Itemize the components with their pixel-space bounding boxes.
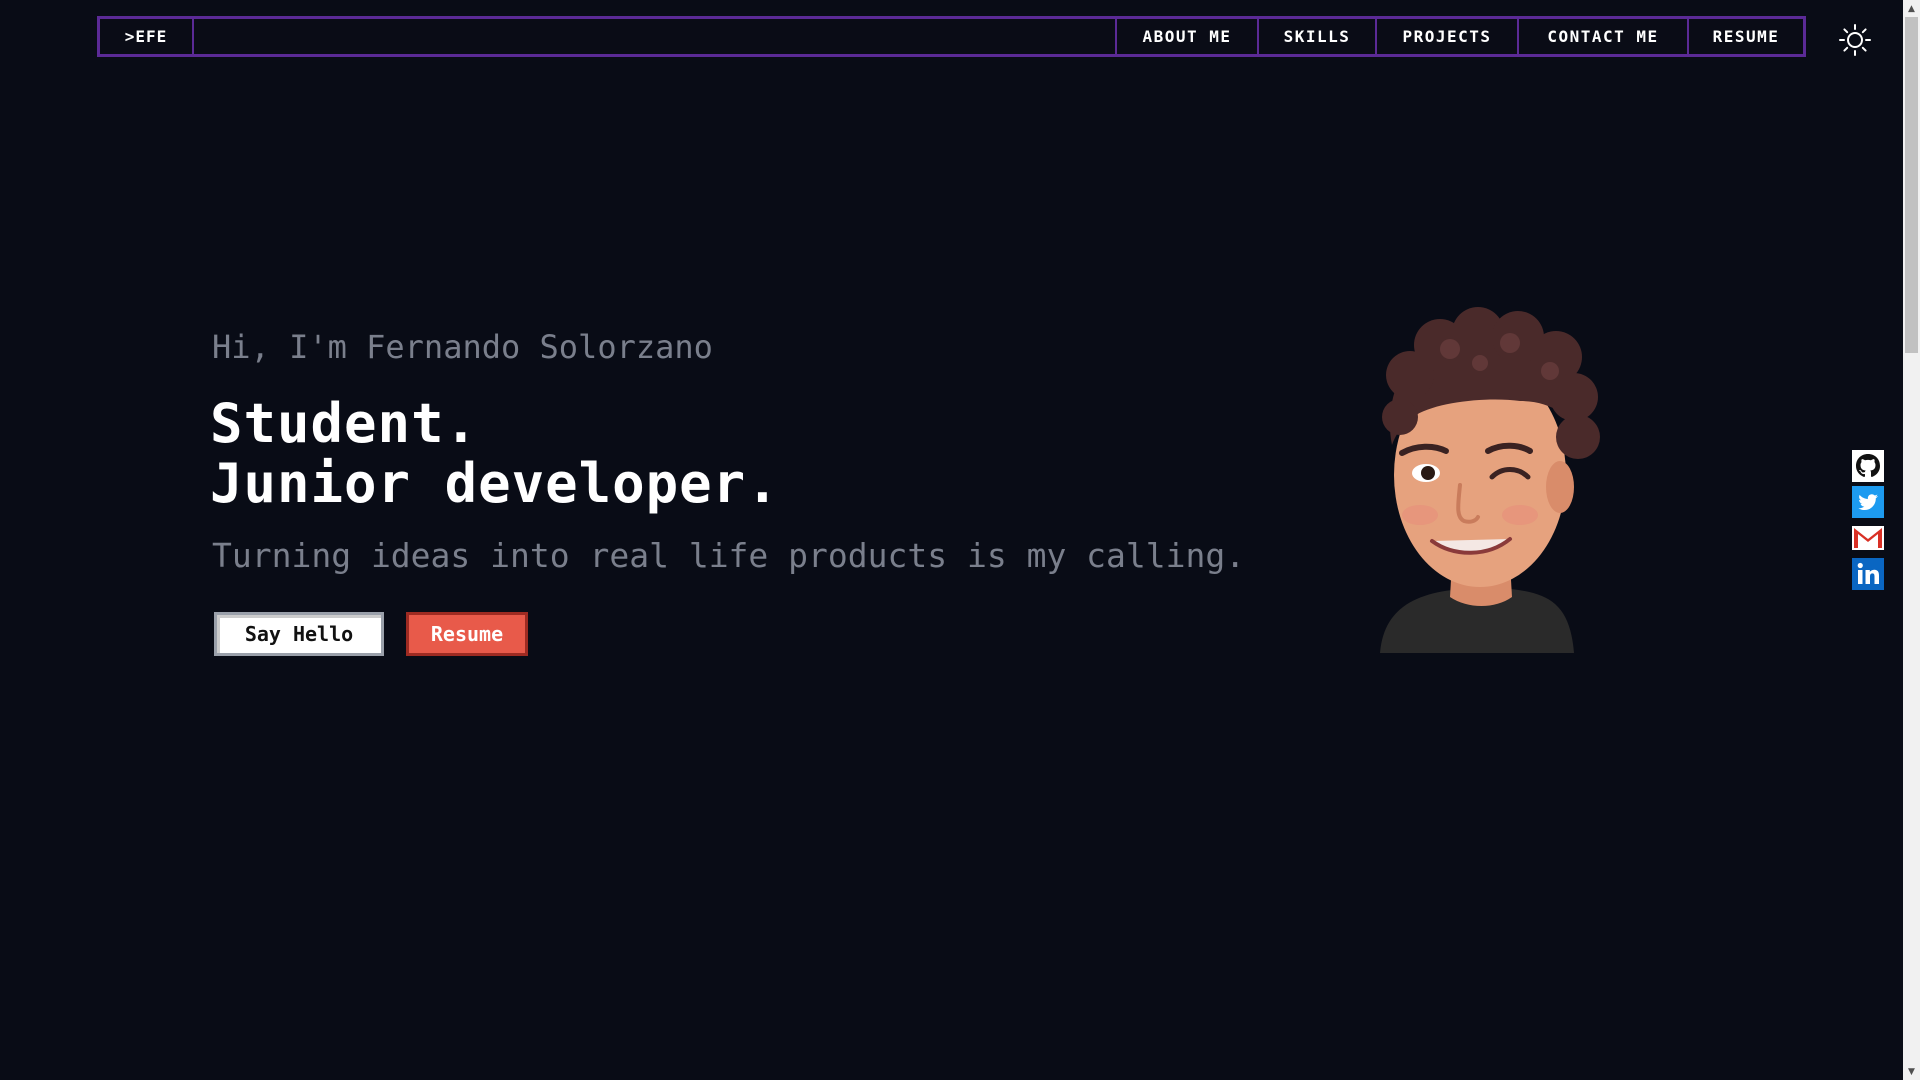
twitter-icon[interactable]: [1852, 486, 1884, 518]
headline-line-1: Student.: [210, 392, 479, 455]
hero-headline: Student. Junior developer.: [210, 394, 780, 514]
gmail-icon[interactable]: [1852, 522, 1884, 554]
social-links: [1852, 450, 1884, 590]
sun-icon[interactable]: [1838, 23, 1872, 57]
github-icon[interactable]: [1852, 450, 1884, 482]
hero-tagline: Turning ideas into real life products is…: [212, 536, 1246, 575]
nav-link-resume[interactable]: RESUME: [1687, 19, 1803, 54]
scroll-down-arrow-icon[interactable]: ▼: [1903, 1063, 1920, 1080]
memoji-avatar: [1360, 305, 1610, 653]
nav-link-skills[interactable]: SKILLS: [1257, 19, 1375, 54]
resume-button[interactable]: Resume: [406, 612, 528, 656]
hero-greeting: Hi, I'm Fernando Solorzano: [212, 328, 713, 366]
scrollbar-thumb[interactable]: [1905, 17, 1918, 353]
say-hello-button[interactable]: Say Hello: [214, 612, 384, 656]
nav-links: ABOUT ME SKILLS PROJECTS CONTACT ME RESU…: [1115, 19, 1803, 54]
navbar-spacer: [194, 19, 1115, 54]
linkedin-icon[interactable]: [1852, 558, 1884, 590]
headline-line-2: Junior developer.: [210, 452, 780, 515]
page: >EFE ABOUT ME SKILLS PROJECTS CONTACT ME…: [0, 0, 1920, 1080]
brand-logo[interactable]: >EFE: [100, 19, 194, 54]
scroll-up-arrow-icon[interactable]: ▲: [1903, 0, 1920, 17]
nav-link-projects[interactable]: PROJECTS: [1375, 19, 1517, 54]
navbar: >EFE ABOUT ME SKILLS PROJECTS CONTACT ME…: [97, 16, 1806, 57]
nav-link-contact-me[interactable]: CONTACT ME: [1517, 19, 1687, 54]
vertical-scrollbar[interactable]: ▲ ▼: [1903, 0, 1920, 1080]
nav-link-about-me[interactable]: ABOUT ME: [1115, 19, 1257, 54]
